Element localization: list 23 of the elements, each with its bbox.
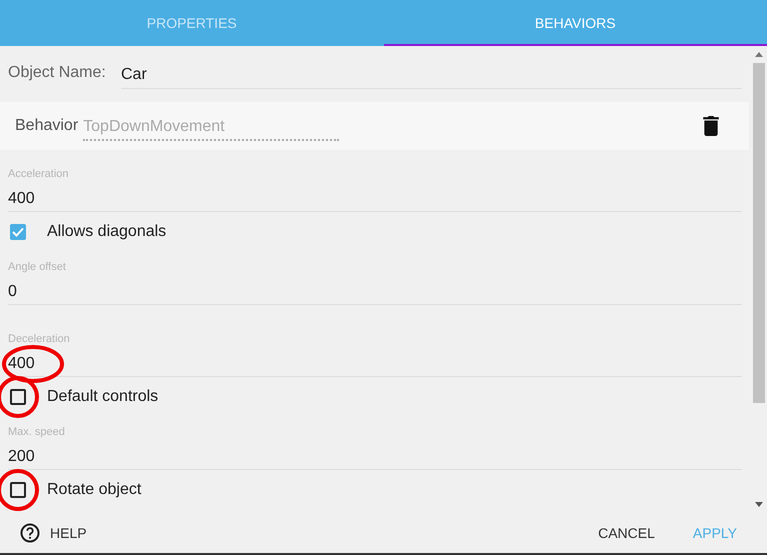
input-field[interactable]: Car — [121, 57, 742, 89]
help-button[interactable]: HELP — [20, 523, 87, 543]
delete-icon[interactable] — [703, 116, 719, 136]
checkbox-label: Rotate object — [47, 481, 142, 499]
field-label: Behavior — [15, 117, 78, 135]
input-field[interactable]: 0 — [8, 280, 17, 304]
checkbox[interactable] — [10, 224, 26, 240]
field-label: Max. speed — [8, 425, 66, 439]
checkbox-label: Allows diagonals — [47, 223, 166, 241]
field-label: Angle offset — [8, 260, 67, 274]
help-icon — [20, 523, 40, 543]
behavior-name: TopDownMovement — [83, 118, 340, 140]
scroll-up-icon[interactable] — [755, 52, 763, 57]
field-label: Acceleration — [8, 167, 70, 181]
checkbox-label: Default controls — [47, 388, 158, 406]
field-label: Deceleration — [8, 332, 71, 346]
input-field[interactable]: 400 — [8, 187, 35, 211]
checkbox[interactable] — [10, 482, 26, 498]
scroll-down-icon[interactable] — [755, 502, 763, 507]
input-field[interactable]: 200 — [8, 445, 35, 469]
checkbox[interactable] — [10, 389, 26, 405]
cancel-button[interactable]: CANCEL — [598, 525, 655, 541]
field-label: Object Name: — [8, 64, 107, 82]
